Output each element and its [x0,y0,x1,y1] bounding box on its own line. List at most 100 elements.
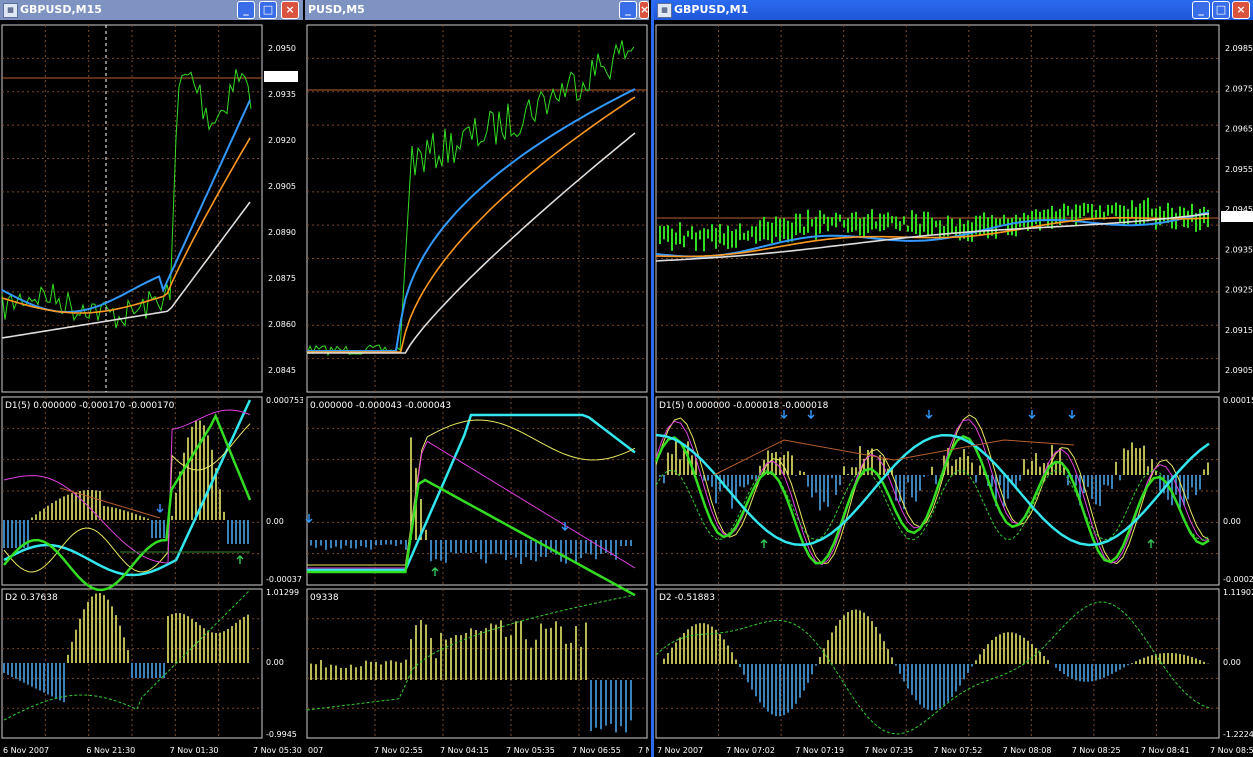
up-arrow-icon [760,539,768,548]
pane-frame [655,24,1220,393]
d2-scale-label: 1.11902 [1223,588,1253,597]
price-line [1,69,252,329]
price-scale-label: 2.0915 [1225,326,1253,335]
price-scale-label: 2.0955 [1225,165,1253,174]
price-scale-label: 2.0920 [268,136,296,145]
d2-scale-label: 0.00 [266,658,284,667]
chart-canvas[interactable]: 2.0950 2.0935 2.0920 2.0905 2.0890 2.0875 2.08… [0,20,303,757]
current-price-label: 2.0943 [1223,213,1251,222]
minimize-button[interactable]: _ [619,1,637,19]
d2-scale-label: -0.9945 [266,730,297,739]
d2-indicator-label: D2 -0.51883 [659,593,715,603]
window-titlebar[interactable]: ▦ GBPUSD,M15 _ □ × [0,0,303,20]
up-arrow-icon [236,555,244,564]
down-arrow-icon [1028,410,1036,419]
window-titlebar[interactable]: ▦ GBPUSD,M1 _ □ × [654,0,1253,20]
time-axis-label: 7 Nov 08:41 [1141,746,1190,755]
time-axis-label: 6 Nov 21:30 [86,746,135,755]
price-scale-label: 2.0890 [268,228,296,237]
ma-fast-line [307,88,636,352]
price-scale-label: 2.0965 [1225,125,1253,134]
time-axis-label: 7 Nov 2007 [657,746,703,755]
window-titlebar[interactable]: PUSD,M5 _ × [305,0,649,20]
minimize-button[interactable]: _ [1192,1,1210,19]
down-arrow-icon [925,410,933,419]
down-arrow-icon [780,410,788,419]
ma-slow-line [307,132,636,354]
time-axis-label: 7 Nov 02:55 [374,746,423,755]
d1-magenta-line [655,419,1210,566]
d2-scale-label: 1.01299 [266,588,299,597]
pane-frame [306,24,648,393]
ma-fast-line [1,99,251,314]
d2-indicator-label: D2 0.37638 [5,593,58,603]
current-price-label: 2.0943 [266,73,294,82]
minimize-button[interactable]: _ [237,1,255,19]
time-axis-label: 7 Nov 07:02 [726,746,775,755]
chart-window-gbpusd-m15[interactable]: ▦ GBPUSD,M15 _ □ × 2.0950 2.0935 2.0920 2.0… [0,0,303,757]
time-axis-label: 7 Nov 08:57 [1210,746,1253,755]
down-arrow-icon [1068,410,1076,419]
chart-icon: ▦ [3,3,18,18]
d1-scale-label: -0.0002 [1223,575,1253,584]
d1-indicator-label: D1(5) 0.000000 -0.000170 -0.000170 [5,401,175,411]
maximize-button[interactable]: □ [1212,1,1230,19]
price-scale-label: 2.0985 [1225,44,1253,53]
price-scale-label: 2.0925 [1225,286,1253,295]
price-scale-label: 2.0905 [1225,366,1253,375]
time-axis-label: 7 Nov 06:55 [572,746,621,755]
window-title: GBPUSD,M1 [674,3,749,16]
time-axis-label: 7 Nov 05:35 [506,746,555,755]
price-scale-label: 2.0975 [1225,84,1253,93]
time-axis-label: 007 [308,746,323,755]
window-title: GBPUSD,M15 [20,3,102,16]
down-arrow-icon [156,504,164,513]
time-axis-label: 6 Nov 2007 [3,746,49,755]
up-arrow-icon [1147,539,1155,548]
chart-canvas[interactable]: 0.000000 -0.000043 -0.000043 09338 007 7 No… [305,20,649,757]
window-title: PUSD,M5 [308,3,365,16]
d2-scale-label: -1.2224 [1223,730,1253,739]
close-button[interactable]: × [281,1,299,19]
close-button[interactable]: × [1232,1,1250,19]
d1-cyan-line [3,399,252,577]
d1-scale-label: 0.00015 [1223,396,1253,405]
d2-dashed-line [3,589,251,721]
d1-indicator-label: 0.000000 -0.000043 -0.000043 [310,401,451,411]
price-scale-label: 2.0875 [268,274,296,283]
time-axis-label: 7 Nov 08:08 [1003,746,1052,755]
time-axis-label: 7 Nov 05:30 [253,746,302,755]
time-axis-label: 7 Nov 08:15 [638,746,649,755]
d1-scale-label: 0.000753 [266,396,303,405]
d1-trend-line [59,487,161,519]
time-axis-label: 7 Nov 01:30 [170,746,219,755]
pane-frame [655,588,1220,739]
time-axis-label: 7 Nov 07:52 [934,746,983,755]
d1-scale-label: 0.00 [1223,517,1241,526]
price-scale-label: 2.0905 [268,182,296,191]
close-button[interactable]: × [639,1,649,19]
time-axis-label: 7 Nov 07:19 [795,746,844,755]
down-arrow-icon [807,410,815,419]
time-axis-label: 7 Nov 04:15 [440,746,489,755]
d1-scale-label: -0.00037 [266,575,302,584]
time-axis-label: 7 Nov 08:25 [1072,746,1121,755]
d2-scale-label: 0.00 [1223,658,1241,667]
chart-canvas[interactable]: 2.09852.09752.09652.09552.09452.09352.09… [654,20,1253,757]
d2-indicator-label: 09338 [310,593,339,603]
down-arrow-icon [561,522,569,531]
chart-window-gbpusd-m1[interactable]: ▦ GBPUSD,M1 _ □ × 2.0985 2.0975 2.0965 2.09… [651,0,1253,757]
d1-yellow-line [3,423,251,573]
maximize-button[interactable]: □ [259,1,277,19]
d1-cyan-line [655,433,1210,547]
ma-slow-line [1,201,251,339]
price-scale-label: 2.0860 [268,320,296,329]
time-axis-label: 7 Nov 07:35 [864,746,913,755]
chart-window-gbpusd-m5[interactable]: PUSD,M5 _ × 0.000000 -0.000043 -0.000043… [305,0,649,757]
price-scale-label: 2.0845 [268,366,296,375]
d1-indicator-label: D1(5) 0.000000 -0.000018 -0.000018 [659,401,829,411]
up-arrow-icon [431,567,439,576]
chart-icon: ▦ [657,3,672,18]
d1-scale-label: 0.00 [266,517,284,526]
price-scale-label: 2.0950 [268,44,296,53]
